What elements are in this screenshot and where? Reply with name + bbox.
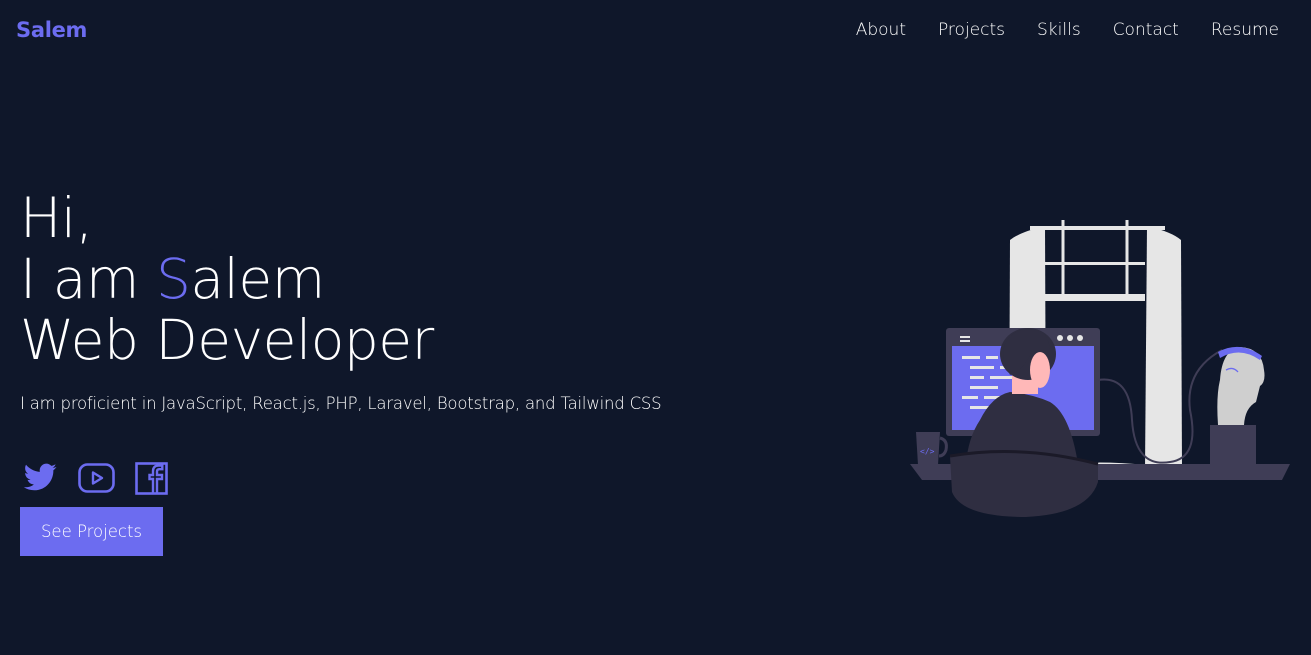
hero-tagline: I am proficient in JavaScript, React.js,… bbox=[20, 394, 662, 413]
facebook-link[interactable] bbox=[135, 461, 168, 495]
hero-greeting: Hi, bbox=[20, 186, 93, 250]
nav-menu: About Projects Skills Contact Resume bbox=[824, 20, 1279, 40]
youtube-link[interactable] bbox=[78, 463, 115, 493]
facebook-icon bbox=[135, 461, 168, 495]
hero-role: Web Developer bbox=[20, 308, 434, 372]
hero-heading: Hi, I am Salem Web Developer bbox=[20, 188, 434, 371]
nav-link-skills[interactable]: Skills bbox=[1037, 20, 1081, 40]
hero-name-rest: alem bbox=[190, 247, 325, 311]
nav-link-contact[interactable]: Contact bbox=[1113, 20, 1179, 40]
brand-logo-link[interactable]: Salem bbox=[16, 18, 87, 42]
hero-intro: I am Salem bbox=[20, 249, 434, 310]
developer-illustration: </> bbox=[910, 220, 1290, 517]
nav-link-about[interactable]: About bbox=[856, 20, 906, 40]
svg-text:</>: </> bbox=[920, 447, 935, 456]
nav-link-resume[interactable]: Resume bbox=[1211, 20, 1279, 40]
see-projects-button[interactable]: See Projects bbox=[20, 507, 163, 556]
nav-link-projects[interactable]: Projects bbox=[938, 20, 1005, 40]
top-navbar: Salem About Projects Skills Contact Resu… bbox=[0, 0, 1311, 64]
hero-intro-prefix: I am bbox=[20, 247, 156, 311]
youtube-icon bbox=[78, 463, 115, 493]
social-links bbox=[22, 460, 188, 496]
twitter-icon bbox=[23, 463, 57, 491]
hero-name-accent-letter: S bbox=[155, 247, 191, 311]
twitter-link[interactable] bbox=[22, 460, 58, 496]
